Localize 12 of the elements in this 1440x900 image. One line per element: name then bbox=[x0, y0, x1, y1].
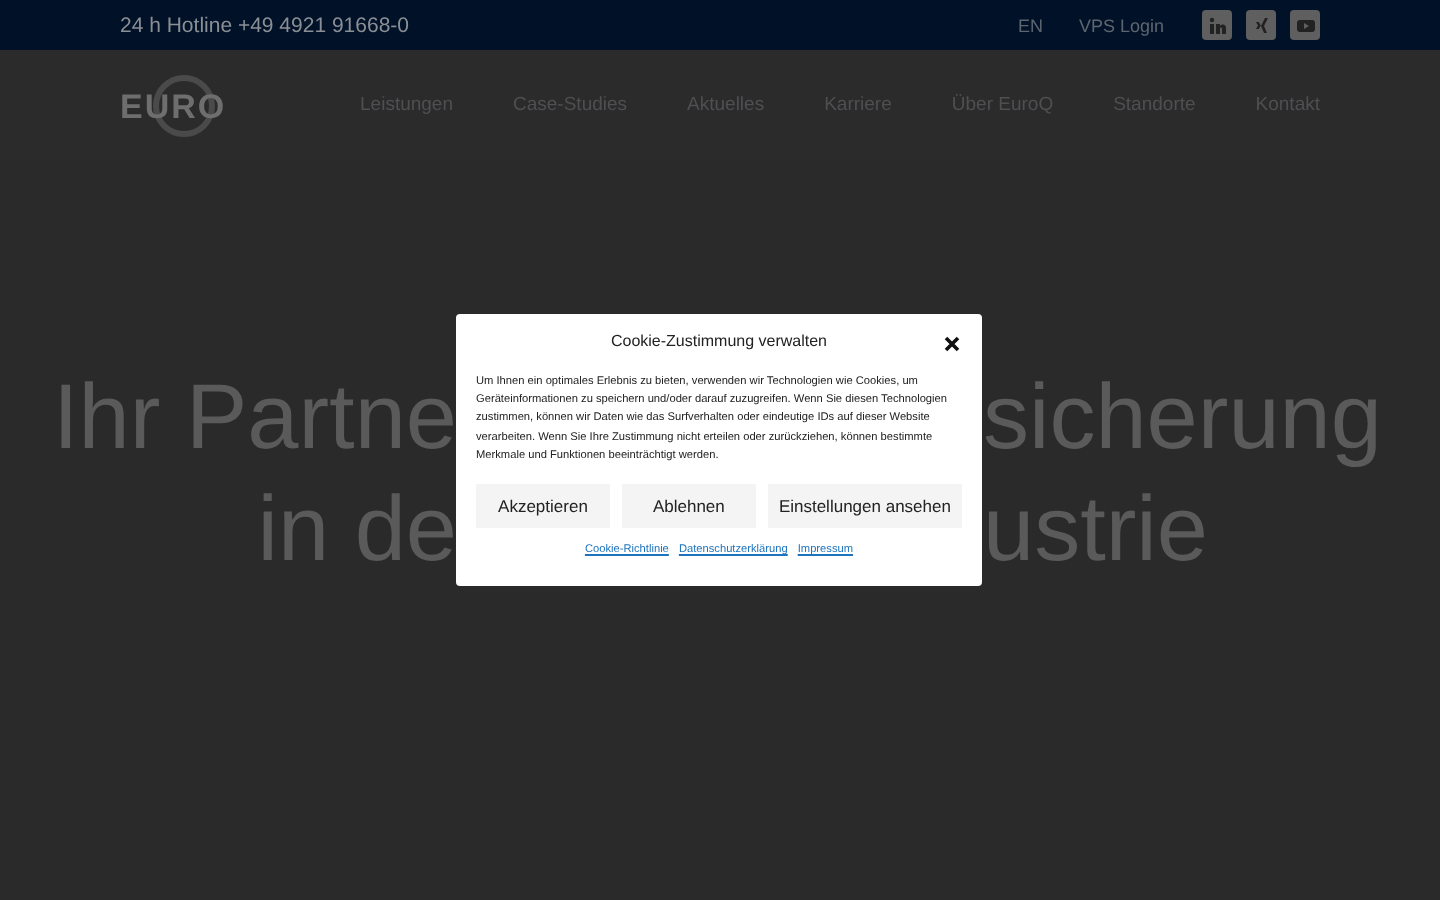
xing-icon[interactable] bbox=[1246, 10, 1276, 40]
dialog-button[interactable]: Akzeptieren bbox=[476, 484, 610, 529]
dialog-button[interactable]: Ablehnen bbox=[621, 484, 756, 529]
linkedin-icon[interactable] bbox=[1202, 10, 1232, 40]
youtube-icon[interactable] bbox=[1290, 10, 1320, 40]
hotline-text: 24 h Hotline +49 4921 91668-0 bbox=[120, 13, 411, 37]
close-icon[interactable] bbox=[944, 336, 960, 352]
logo[interactable]: EURO bbox=[120, 71, 244, 139]
language-link[interactable]: EN bbox=[1017, 15, 1043, 35]
dialog-title: Cookie-Zustimmung verwalten bbox=[610, 332, 828, 350]
dialog-button[interactable]: Einstellungen ansehen bbox=[767, 484, 962, 529]
login-link[interactable]: VPS Login bbox=[1078, 15, 1164, 35]
